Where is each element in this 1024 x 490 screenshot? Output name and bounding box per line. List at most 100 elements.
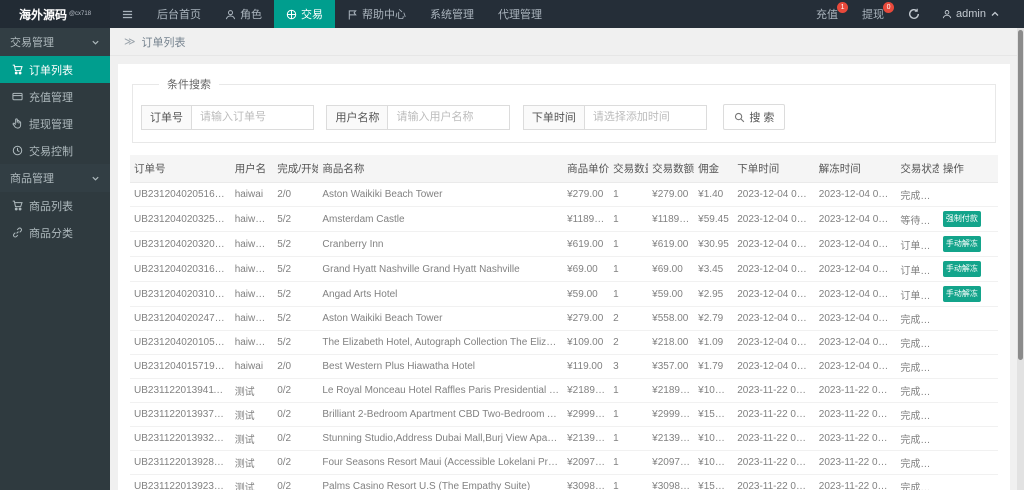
- cell-unfreeze-time: 2023-12-04 02:01:10: [814, 330, 897, 355]
- cell-progress: 5/2: [273, 231, 319, 257]
- breadcrumb-arrow-icon: ≫: [124, 36, 136, 48]
- vertical-scrollbar[interactable]: [1017, 28, 1024, 490]
- order-time-input[interactable]: [584, 104, 707, 130]
- cell-unit-price: ¥119.00: [563, 354, 610, 379]
- column-header: 完成/开始: [273, 155, 319, 183]
- sidebar-item-order-list[interactable]: 订单列表: [0, 56, 110, 83]
- cell-commission: ¥150.00: [694, 402, 734, 427]
- cell-order-time: 2023-11-22 01:39:32: [733, 426, 815, 451]
- nav-item-roles[interactable]: 角色: [213, 0, 274, 28]
- cell-unfreeze-time: 2023-12-04 02:03:05: [814, 306, 897, 331]
- nav-item-system[interactable]: 系统管理: [418, 0, 486, 28]
- nav-item-label: 帮助中心: [362, 9, 406, 21]
- sidebar-item-recharge[interactable]: 充值管理: [0, 83, 110, 110]
- cell-order-no: UB2311220139289469: [130, 450, 231, 475]
- cell-username: 测试: [230, 378, 274, 403]
- search-button[interactable]: 搜 索: [723, 104, 786, 130]
- column-header: 交易数量: [609, 155, 649, 183]
- cell-quantity: 1: [609, 281, 649, 307]
- cell-amount: ¥619.00: [648, 231, 695, 257]
- sidebar-section-label: 商品管理: [10, 173, 54, 185]
- cell-quantity: 1: [609, 426, 649, 451]
- cell-order-time: 2023-12-04 02:03:20: [733, 231, 815, 257]
- order-no-field-group: 订单号: [141, 104, 314, 130]
- order-time-field-group: 下单时间: [522, 104, 707, 130]
- recharge-link[interactable]: 充值 1: [804, 0, 850, 28]
- cell-status: 完成付款: [896, 354, 939, 379]
- cell-status: 完成付款: [896, 330, 939, 355]
- order-no-input[interactable]: [192, 104, 314, 130]
- cell-quantity: 2: [609, 330, 649, 355]
- search-button-label: 搜 索: [749, 112, 775, 124]
- chevron-up-icon: [991, 11, 999, 16]
- nav-item-trade[interactable]: 交易: [274, 0, 335, 28]
- cell-status: 订单冻结: [896, 231, 939, 257]
- cell-username: haiwaiym: [230, 256, 274, 282]
- sidebar-item-product-category[interactable]: 商品分类: [0, 219, 110, 246]
- cell-status: 订单冻结: [896, 256, 939, 282]
- column-header: 订单号: [130, 155, 231, 183]
- breadcrumb-label: 订单列表: [141, 36, 186, 49]
- cell-actions: [938, 330, 998, 355]
- menu-toggle-button[interactable]: [110, 0, 145, 28]
- cell-progress: 5/2: [273, 256, 319, 282]
- table-row: UB2312040203207046 haiwaiym 5/2 Cranberr…: [130, 231, 998, 257]
- cell-actions: 手动解冻: [938, 256, 998, 282]
- cell-commission: ¥2.79: [694, 306, 734, 331]
- nav-item-label: 代理管理: [498, 9, 542, 21]
- cell-commission: ¥1.09: [694, 330, 734, 355]
- sidebar: 交易管理 订单列表 充值管理 提现管理 交易控制 商品管理 商品列表 商品分类: [0, 28, 110, 490]
- cell-amount: ¥2999.90: [648, 402, 695, 427]
- cell-unit-price: ¥69.00: [563, 256, 610, 282]
- order-no-label: 订单号: [141, 104, 192, 130]
- cell-actions: [938, 378, 998, 403]
- cell-actions: [938, 426, 998, 451]
- cell-product-name: Palms Casino Resort U.S (The Empathy Sui…: [318, 474, 564, 490]
- action-unfreeze-button[interactable]: 手动解冻: [942, 261, 981, 277]
- sidebar-section-product[interactable]: 商品管理: [0, 164, 110, 192]
- cell-commission: ¥59.45: [694, 206, 734, 232]
- column-header: 交易数额: [648, 155, 695, 183]
- nav-item-agent[interactable]: 代理管理: [486, 0, 554, 28]
- column-header: 商品名称: [318, 155, 564, 183]
- withdraw-link[interactable]: 提现 0: [850, 0, 896, 28]
- cell-progress: 2/0: [273, 354, 319, 379]
- cell-unit-price: ¥109.00: [563, 330, 610, 355]
- scrollbar-thumb[interactable]: [1018, 30, 1023, 360]
- sidebar-section-trade[interactable]: 交易管理: [0, 28, 110, 56]
- action-force-button[interactable]: 强制付款: [942, 211, 981, 227]
- recharge-badge: 1: [837, 2, 849, 13]
- cell-progress: 0/2: [273, 402, 319, 427]
- sidebar-item-product-list[interactable]: 商品列表: [0, 192, 110, 219]
- order-table-body: UB2312040205165520 haiwai 2/0 Aston Waik…: [130, 182, 998, 490]
- sidebar-item-trade-control[interactable]: 交易控制: [0, 137, 110, 164]
- cell-actions: [938, 354, 998, 379]
- column-header: 用户名: [230, 155, 274, 183]
- column-header: 商品单价: [563, 155, 610, 183]
- user-menu[interactable]: admin: [932, 0, 1010, 28]
- action-unfreeze-button[interactable]: 手动解冻: [942, 236, 981, 252]
- action-unfreeze-button[interactable]: 手动解冻: [942, 286, 981, 302]
- sidebar-section-label: 交易管理: [10, 37, 54, 49]
- username-field-group: 用户名称: [326, 104, 511, 130]
- cell-commission: ¥109.45: [694, 378, 734, 403]
- nav-item-help[interactable]: 帮助中心: [335, 0, 418, 28]
- cell-progress: 5/2: [273, 306, 319, 331]
- cell-product-name: Angad Arts Hotel: [318, 281, 564, 307]
- sidebar-item-withdraw[interactable]: 提现管理: [0, 110, 110, 137]
- cell-product-name: The Elizabeth Hotel, Autograph Collectio…: [318, 330, 564, 355]
- cell-username: haiwai: [230, 354, 274, 379]
- nav-item-home[interactable]: 后台首页: [145, 0, 213, 28]
- cell-amount: ¥558.00: [648, 306, 695, 331]
- cell-order-time: 2023-11-22 01:39:41: [733, 378, 815, 403]
- cell-product-name: Aston Waikiki Beach Tower: [318, 306, 564, 331]
- cell-progress: 0/2: [273, 450, 319, 475]
- cell-username: haiwai: [230, 182, 274, 207]
- table-row: UB2312040203256843 haiwaiym 5/2 Amsterda…: [130, 206, 998, 232]
- nav-item-label: 角色: [240, 9, 262, 21]
- cell-product-name: Four Seasons Resort Maui (Accessible Lok…: [318, 450, 564, 475]
- refresh-button[interactable]: [896, 0, 932, 28]
- username-input[interactable]: [388, 104, 511, 130]
- cell-status: 完成付款: [896, 450, 939, 475]
- link-icon: [13, 227, 22, 238]
